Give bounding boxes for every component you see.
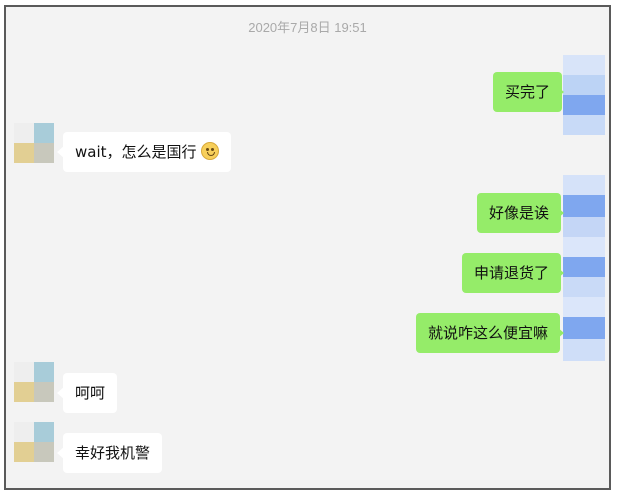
bubble-tail — [557, 207, 564, 219]
contact-message-bubble[interactable]: 幸好我机警 — [63, 433, 163, 473]
my-message-bubble[interactable]: 就说咋这么便宜嘛 — [416, 313, 561, 353]
my-avatar-column — [563, 55, 605, 365]
chat-window: 2020年7月8日 19:51 买完了 wait，怎么是国行 好像是诶 申请退货… — [4, 5, 611, 490]
message-text: wait，怎么是国行 — [75, 143, 197, 161]
face-emoji-icon — [200, 141, 219, 160]
my-message-bubble[interactable]: 买完了 — [493, 72, 563, 112]
bubble-tail — [557, 267, 564, 279]
bubble-tail — [557, 327, 564, 339]
my-message-bubble[interactable]: 申请退货了 — [462, 253, 562, 293]
contact-message-bubble[interactable]: wait，怎么是国行 — [63, 132, 231, 172]
bubble-tail — [557, 86, 564, 98]
contact-message-bubble[interactable]: 呵呵 — [63, 373, 118, 413]
contact-avatar[interactable] — [14, 123, 54, 163]
contact-avatar[interactable] — [14, 422, 54, 462]
contact-avatar[interactable] — [14, 362, 54, 402]
my-message-bubble[interactable]: 好像是诶 — [477, 193, 562, 233]
message-timestamp: 2020年7月8日 19:51 — [248, 20, 367, 35]
